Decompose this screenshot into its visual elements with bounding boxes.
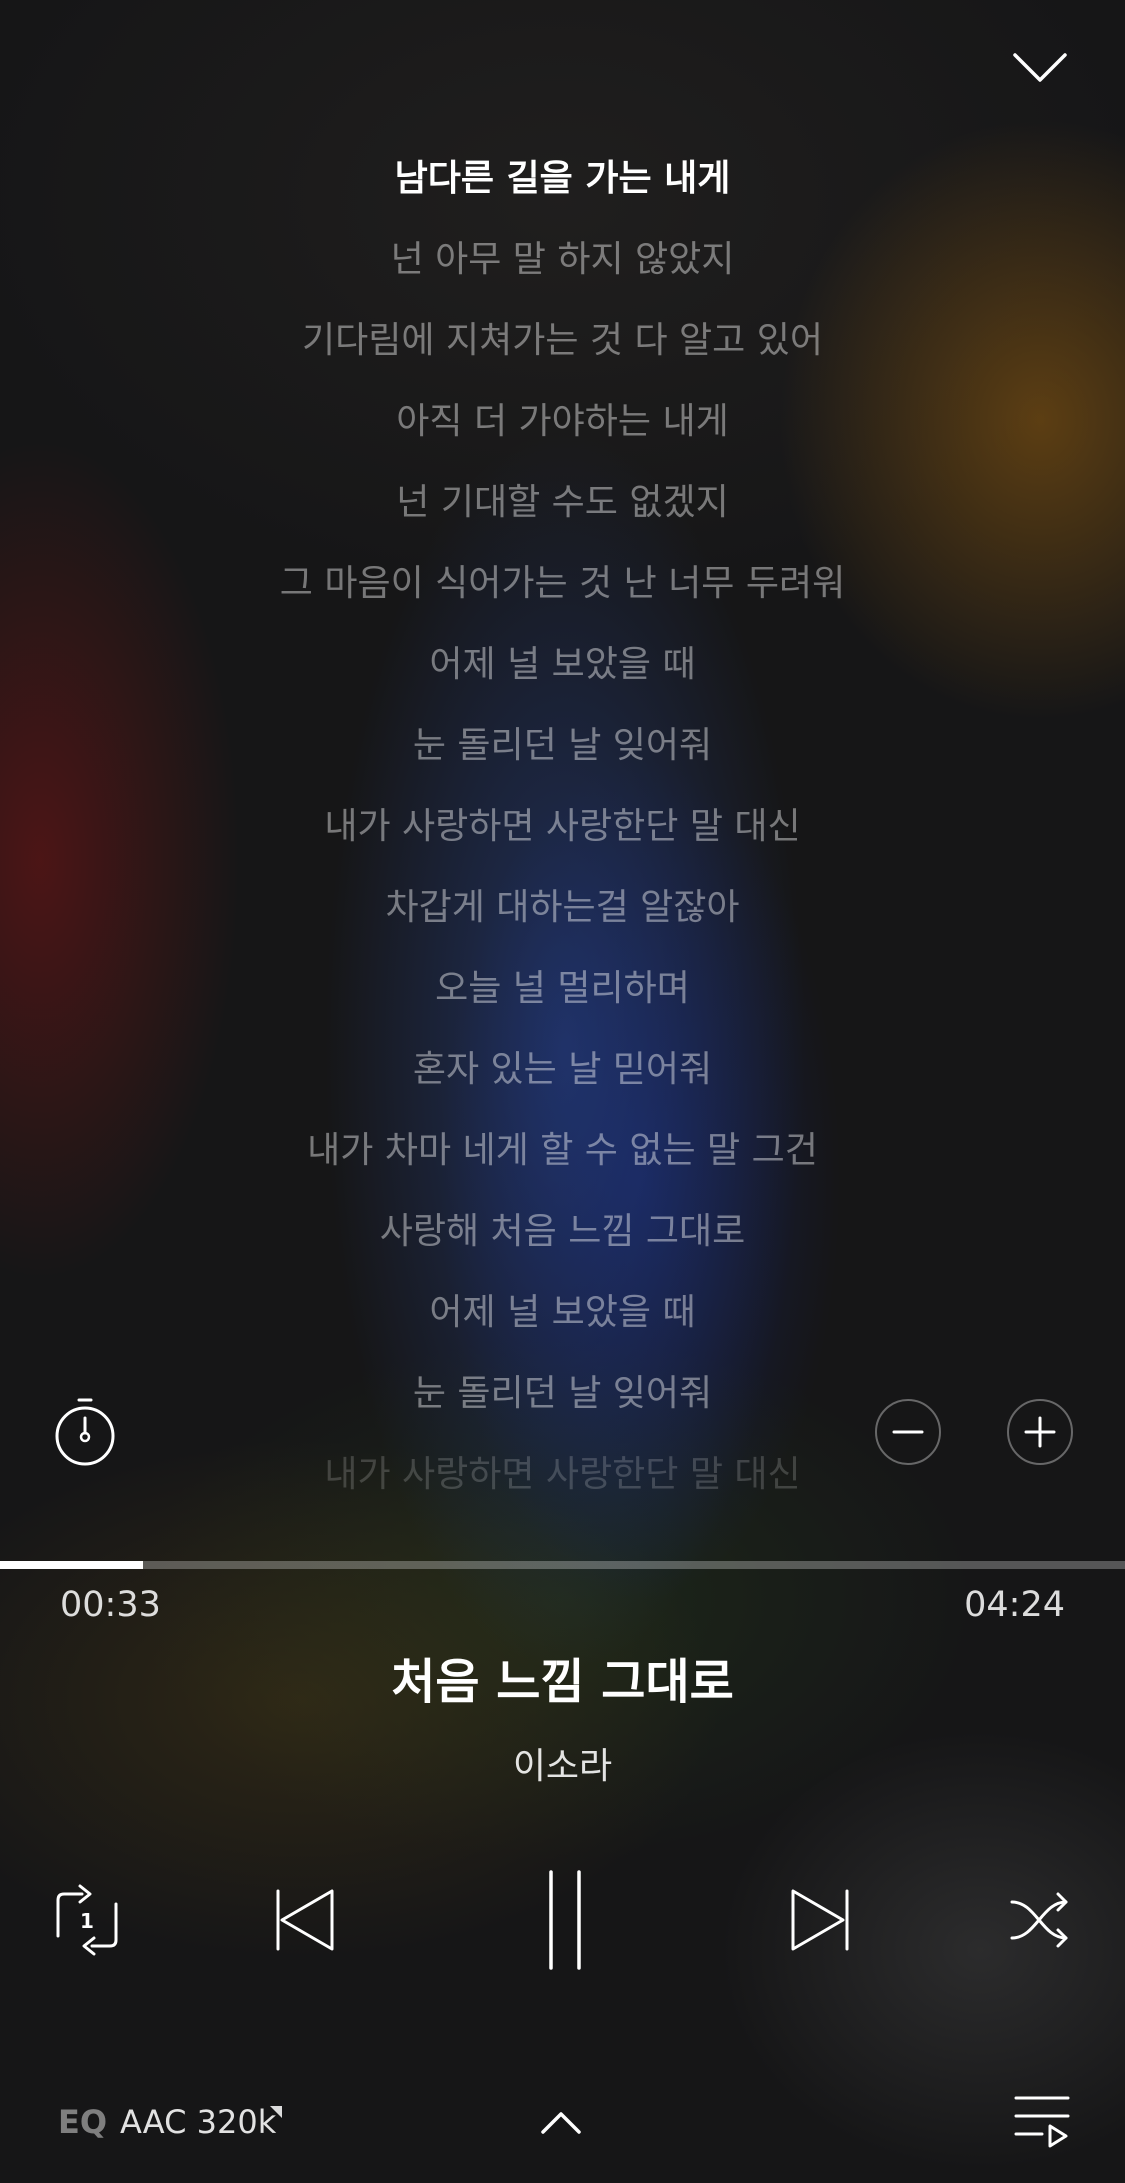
expand-panel-button[interactable] bbox=[535, 2102, 587, 2142]
quality-menu-indicator-icon bbox=[270, 2106, 282, 2118]
total-duration: 04:24 bbox=[964, 1585, 1065, 1625]
shuffle-button[interactable] bbox=[1000, 1880, 1080, 1960]
lyric-line-current[interactable]: 남다른 길을 가는 내게 bbox=[0, 138, 1125, 219]
skip-next-icon bbox=[791, 1889, 849, 1951]
playlist-button[interactable] bbox=[1012, 2090, 1072, 2150]
sleep-timer-button[interactable] bbox=[52, 1396, 118, 1468]
repeat-button[interactable]: 1 bbox=[52, 1880, 122, 1960]
lyric-line[interactable]: 넌 아무 말 하지 않았지 bbox=[0, 219, 1125, 300]
song-title: 처음 느낌 그대로 bbox=[391, 1654, 734, 1710]
lyrics-panel[interactable]: 남다른 길을 가는 내게 넌 아무 말 하지 않았지 기다림에 지쳐가는 것 다… bbox=[0, 138, 1125, 1515]
lyric-line[interactable]: 어제 널 보았을 때 bbox=[0, 624, 1125, 705]
lyric-line[interactable]: 사랑해 처음 느낌 그대로 bbox=[0, 1191, 1125, 1272]
lyric-line[interactable]: 내가 사랑하면 사랑한단 말 대신 bbox=[0, 786, 1125, 867]
lyric-line[interactable]: 눈 돌리던 날 잊어줘 bbox=[0, 705, 1125, 786]
minus-circle-icon bbox=[875, 1399, 941, 1465]
lyric-line[interactable]: 어제 널 보았을 때 bbox=[0, 1272, 1125, 1353]
next-track-button[interactable] bbox=[780, 1880, 860, 1960]
lyric-line[interactable]: 내가 차마 네게 할 수 없는 말 그건 bbox=[0, 1110, 1125, 1191]
lyric-line[interactable]: 아직 더 가야하는 내게 bbox=[0, 381, 1125, 462]
repeat-one-icon: 1 bbox=[56, 1884, 118, 1956]
lyric-line[interactable]: 그 마음이 식어가는 것 난 너무 두려워 bbox=[0, 543, 1125, 624]
pause-button[interactable] bbox=[520, 1865, 610, 1975]
lyric-line[interactable]: 혼자 있는 날 믿어줘 bbox=[0, 1029, 1125, 1110]
lyric-line[interactable]: 눈 돌리던 날 잊어줘 bbox=[0, 1353, 1125, 1434]
lyric-line-faded: 내가 사랑하면 사랑한단 말 대신 bbox=[324, 1454, 801, 1495]
lyrics-font-decrease-button[interactable] bbox=[874, 1398, 942, 1466]
lyrics-font-increase-button[interactable] bbox=[1006, 1398, 1074, 1466]
previous-track-button[interactable] bbox=[265, 1880, 345, 1960]
chevron-up-icon bbox=[541, 2112, 581, 2134]
chevron-down-icon bbox=[1013, 53, 1067, 82]
plus-circle-icon bbox=[1007, 1399, 1073, 1465]
lyric-line[interactable]: 기다림에 지쳐가는 것 다 알고 있어 bbox=[0, 300, 1125, 381]
repeat-one-badge: 1 bbox=[80, 1909, 94, 1933]
audio-quality-button[interactable]: AAC 320k bbox=[120, 2103, 276, 2141]
lyric-line[interactable]: 오늘 널 멀리하며 bbox=[0, 948, 1125, 1029]
elapsed-time: 00:33 bbox=[60, 1585, 161, 1625]
equalizer-button[interactable]: EQ bbox=[58, 2103, 107, 2141]
lyric-line[interactable]: 넌 기대할 수도 없겠지 bbox=[0, 462, 1125, 543]
pause-icon bbox=[549, 1870, 581, 1970]
seek-bar-progress bbox=[0, 1561, 143, 1569]
shuffle-icon bbox=[1010, 1892, 1068, 1948]
playlist-icon bbox=[1014, 2096, 1070, 2148]
timer-icon bbox=[55, 1398, 115, 1466]
artist-name[interactable]: 이소라 bbox=[0, 1737, 1125, 1789]
skip-previous-icon bbox=[276, 1889, 334, 1951]
lyric-line[interactable]: 차갑게 대하는걸 알잖아 bbox=[0, 867, 1125, 948]
seek-bar[interactable] bbox=[0, 1561, 1125, 1569]
collapse-player-button[interactable] bbox=[1000, 38, 1080, 98]
